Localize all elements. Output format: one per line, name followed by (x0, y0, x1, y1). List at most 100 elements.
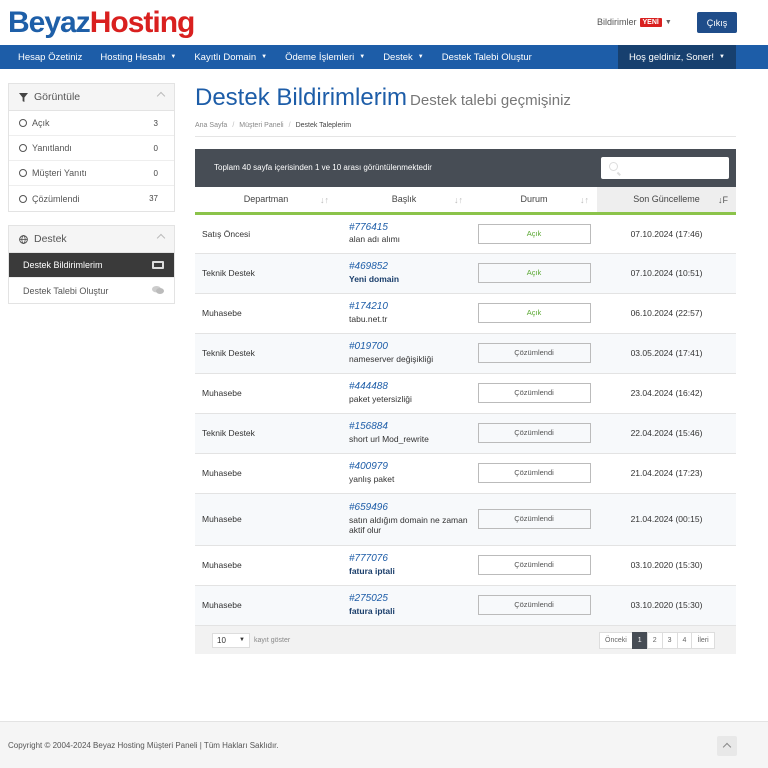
ticket-title: tabu.net.tr (349, 313, 388, 324)
new-badge: YENİ (639, 17, 662, 27)
chevron-up-icon (156, 233, 166, 243)
breadcrumb-current: Destek Taleplerim (295, 122, 352, 129)
table-info: Toplam 40 sayfa içerisinden 1 ve 10 aras… (214, 163, 432, 172)
nav-support[interactable]: Destek ▼ (374, 52, 433, 63)
nav-domain[interactable]: Kayıtlı Domain ▼ (185, 52, 276, 63)
table-row[interactable]: Muhasebe #174210 tabu.net.tr Açık 06.10.2… (195, 293, 736, 334)
filter-count: 0 (153, 168, 158, 178)
ticket-id-link[interactable]: #777076 (349, 553, 471, 566)
nav-payments[interactable]: Ödeme İşlemleri ▼ (276, 52, 374, 63)
status-badge: Çözümlendi (477, 343, 591, 363)
breadcrumb: Ana Sayfa / Müşteri Paneli / Destek Tale… (195, 122, 352, 129)
table-row[interactable]: Muhasebe #275025 fatura iptali Çözümlendi… (195, 585, 736, 626)
breadcrumb-home[interactable]: Ana Sayfa (195, 122, 227, 129)
filter-open[interactable]: Açık 3 (9, 111, 174, 136)
support-panel-header[interactable]: Destek (9, 226, 174, 253)
table-row[interactable]: Satış Öncesi #776415 alan adı alımı Açık … (195, 213, 736, 254)
radio-icon (19, 169, 27, 177)
nav-hosting[interactable]: Hosting Hesabı ▼ (91, 52, 185, 63)
col-department[interactable]: Departman ↓↑ (195, 187, 337, 215)
page-size-select[interactable]: 10 ▼ (212, 633, 250, 648)
sort-desc-icon: ↓F (718, 195, 728, 205)
status-badge: Çözümlendi (477, 463, 591, 483)
sidebar-item-new-ticket[interactable]: Destek Talebi Oluştur (9, 278, 174, 303)
ticket-title: nameserver değişikliği (349, 353, 434, 364)
chevron-down-icon: ▼ (239, 637, 245, 643)
status-badge: Çözümlendi (477, 595, 591, 615)
breadcrumb-client-area[interactable]: Müşteri Paneli (239, 122, 283, 129)
page-subtitle: Destek talebi geçmişiniz (410, 92, 571, 109)
back-to-top-button[interactable] (717, 736, 737, 756)
col-status[interactable]: Durum ↓↑ (471, 187, 597, 215)
filter-panel-header[interactable]: Görüntüle (9, 84, 174, 111)
col-last-updated[interactable]: Son Güncelleme ↓F (597, 187, 736, 215)
ticket-title: Yeni domain (349, 273, 400, 284)
globe-icon (19, 234, 28, 244)
pager-page-4[interactable]: 4 (676, 632, 693, 649)
sidebar-item-my-tickets[interactable]: Destek Bildirimlerim (9, 253, 174, 278)
filter-answered[interactable]: Yanıtlandı 0 (9, 136, 174, 161)
chevron-up-icon (156, 91, 166, 101)
ticket-id-link[interactable]: #400979 (349, 461, 471, 474)
col-subject[interactable]: Başlık ↓↑ (337, 187, 471, 215)
status-badge: Çözümlendi (477, 509, 591, 529)
ticket-title: short url Mod_rewrite (349, 433, 429, 444)
status-badge: Açık (477, 223, 591, 244)
table-row[interactable]: Teknik Destek #469852 Yeni domain Açık 07… (195, 253, 736, 294)
ticket-title: fatura iptali (349, 605, 395, 616)
divider (195, 136, 736, 137)
support-panel: Destek Destek Bildirimlerim Destek Taleb… (8, 225, 175, 304)
user-menu[interactable]: Hoş geldiniz, Soner! ▼ (618, 45, 736, 69)
table-row[interactable]: Teknik Destek #019700 nameserver değişikl… (195, 333, 736, 374)
chevron-down-icon: ▼ (417, 54, 424, 60)
pager-page-2[interactable]: 2 (646, 632, 663, 649)
sort-icon: ↓↑ (580, 195, 589, 205)
top-bar: BeyazHosting Bildirimler YENİ ▼ Çıkış (0, 0, 768, 44)
pagination: Önceki 1 2 3 4 İleri (599, 632, 715, 649)
table-row[interactable]: Muhasebe #659496 satın aldığım domain ne … (195, 493, 736, 546)
pager-page-3[interactable]: 3 (661, 632, 678, 649)
table-row[interactable]: Muhasebe #777076 fatura iptali Çözümlendi… (195, 545, 736, 586)
ticket-id-link[interactable]: #469852 (349, 261, 471, 274)
site-logo[interactable]: BeyazHosting (8, 6, 195, 40)
pager-prev[interactable]: Önceki (599, 632, 633, 649)
ticket-id-link[interactable]: #019700 (349, 341, 471, 354)
ticket-id-link[interactable]: #156884 (349, 421, 471, 434)
filter-count: 37 (149, 194, 158, 203)
chevron-down-icon: ▼ (664, 18, 672, 26)
radio-icon (19, 144, 27, 152)
ticket-id-link[interactable]: #659496 (349, 502, 471, 515)
ticket-id-link[interactable]: #444488 (349, 381, 471, 394)
tickets-table: Departman ↓↑ Başlık ↓↑ Durum ↓↑ Son Güncell… (195, 187, 736, 626)
notifications-dropdown[interactable]: Bildirimler YENİ ▼ (597, 17, 672, 27)
radio-icon (19, 194, 27, 203)
status-badge: Çözümlendi (477, 423, 591, 443)
comments-icon (152, 286, 164, 294)
filter-count: 3 (153, 118, 158, 128)
nav-new-ticket[interactable]: Destek Talebi Oluştur (433, 52, 541, 63)
ticket-icon (152, 261, 164, 269)
ticket-id-link[interactable]: #275025 (349, 593, 471, 606)
table-row[interactable]: Muhasebe #400979 yanlış paket Çözümlendi … (195, 453, 736, 494)
table-row[interactable]: Muhasebe #444488 paket yetersizliği Çözüm… (195, 373, 736, 414)
status-badge: Açık (477, 303, 591, 323)
nav-account-summary[interactable]: Hesap Özetiniz (0, 52, 91, 63)
table-search-input[interactable] (601, 157, 729, 179)
pager-page-1[interactable]: 1 (631, 632, 648, 649)
filter-resolved[interactable]: Çözümlendi 37 (9, 186, 174, 211)
ticket-title: fatura iptali (349, 565, 395, 576)
chevron-down-icon: ▼ (261, 54, 268, 60)
page-title: Destek Bildirimlerim Destek talebi geçmiş… (195, 84, 571, 111)
filter-icon (19, 92, 28, 102)
ticket-id-link[interactable]: #776415 (349, 222, 471, 235)
ticket-id-link[interactable]: #174210 (349, 301, 471, 314)
table-row[interactable]: Teknik Destek #156884 short url Mod_rewri… (195, 413, 736, 454)
radio-icon (19, 119, 27, 127)
ticket-title: satın aldığım domain ne zaman aktif olur (349, 514, 468, 536)
chevron-down-icon: ▼ (170, 54, 177, 60)
logout-button[interactable]: Çıkış (697, 12, 737, 33)
chevron-down-icon: ▼ (359, 54, 366, 60)
pager-next[interactable]: İleri (691, 632, 715, 649)
status-badge: Açık (477, 263, 591, 283)
filter-customer-reply[interactable]: Müşteri Yanıtı 0 (9, 161, 174, 186)
